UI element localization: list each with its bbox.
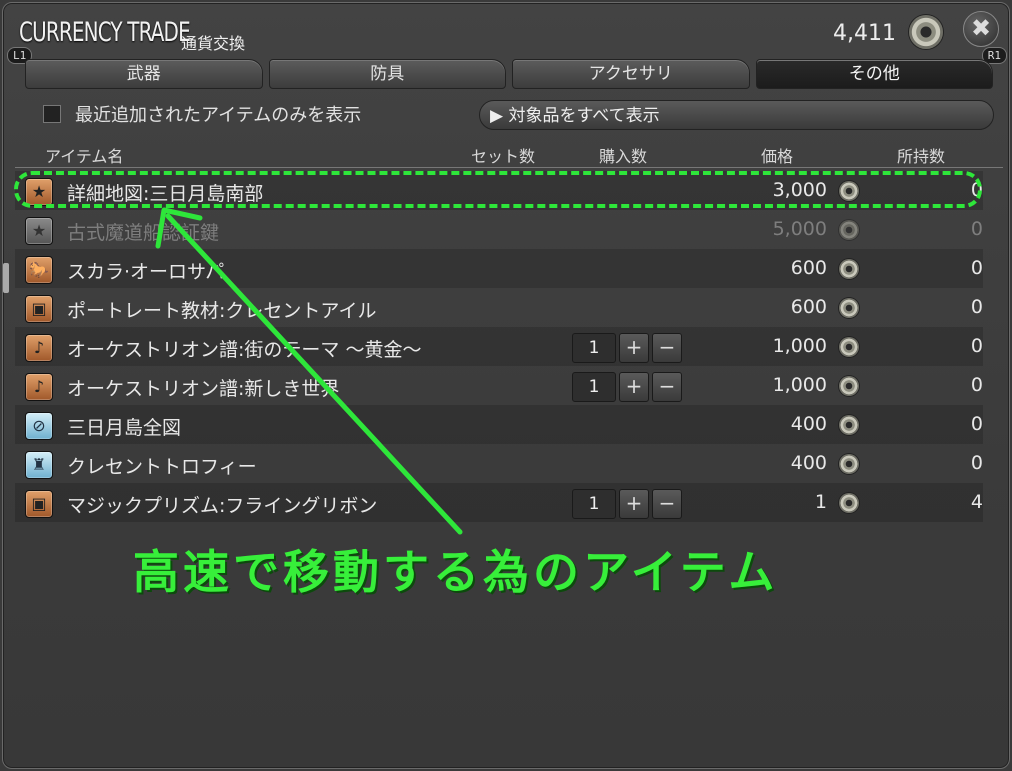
annotation-arrow (155, 207, 463, 535)
annotation-text: 高速で移動する為のアイテム (133, 545, 779, 599)
